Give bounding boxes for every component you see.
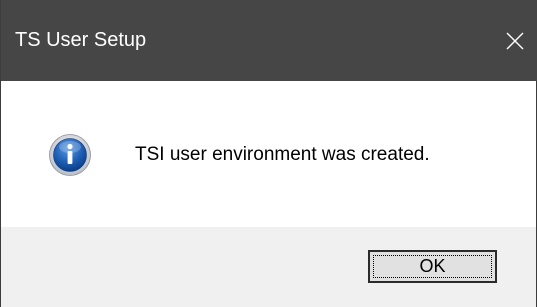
message-box-window: TS User Setup TSI user environment was c…	[0, 0, 537, 307]
info-icon	[49, 134, 91, 176]
message-text: TSI user environment was created.	[135, 144, 430, 165]
ok-button-label: OK	[373, 255, 492, 278]
ok-button[interactable]: OK	[368, 250, 497, 283]
window-title: TS User Setup	[15, 29, 147, 51]
close-icon	[506, 32, 524, 49]
dialog-content: TSI user environment was created.	[1, 81, 536, 227]
close-button[interactable]	[492, 0, 537, 81]
button-bar: OK	[1, 227, 536, 307]
title-bar[interactable]: TS User Setup	[1, 0, 537, 81]
